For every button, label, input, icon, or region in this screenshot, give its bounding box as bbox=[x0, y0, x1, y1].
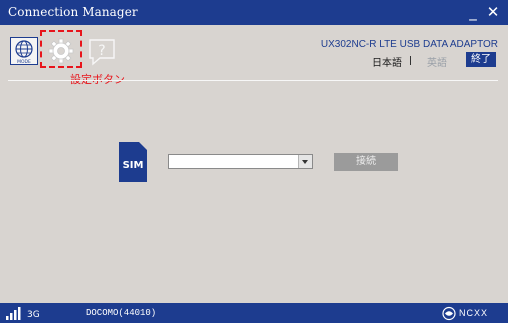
settings-highlight-box bbox=[40, 30, 82, 68]
language-japanese-link[interactable]: 日本語 bbox=[372, 54, 402, 69]
mode-button[interactable]: MODE bbox=[10, 37, 38, 65]
connection-manager-window: Connection Manager _ ✕ MODE ? 設定ボタン UX30… bbox=[0, 0, 508, 323]
language-english-link[interactable]: 英語 bbox=[427, 54, 447, 69]
logo-emblem-icon bbox=[442, 306, 456, 321]
svg-text:?: ? bbox=[98, 43, 105, 59]
logo-text: NCXX bbox=[459, 308, 489, 318]
connect-button[interactable]: 接続 bbox=[334, 153, 398, 171]
minimize-button[interactable]: _ bbox=[464, 2, 482, 22]
sim-select[interactable] bbox=[168, 154, 313, 169]
network-type: 3G bbox=[27, 310, 40, 320]
header-divider bbox=[8, 80, 498, 81]
help-icon: ? bbox=[89, 39, 115, 66]
signal-strength-icon bbox=[6, 307, 21, 320]
sim-card-icon: SIM bbox=[118, 141, 148, 183]
globe-icon: MODE bbox=[10, 37, 38, 65]
chevron-down-icon[interactable] bbox=[298, 155, 312, 168]
ncxx-logo: NCXX bbox=[441, 306, 501, 321]
sim-label: SIM bbox=[123, 160, 144, 171]
product-name: UX302NC-R LTE USB DATA ADAPTOR bbox=[320, 39, 498, 50]
exit-button[interactable]: 終了 bbox=[466, 52, 496, 67]
settings-annotation-label: 設定ボタン bbox=[70, 73, 125, 86]
carrier-name: DOCOMO(44010) bbox=[86, 308, 157, 318]
help-button[interactable]: ? bbox=[87, 37, 115, 66]
mode-icon-caption: MODE bbox=[17, 59, 31, 65]
status-bar: 3G DOCOMO(44010) NCXX bbox=[0, 303, 508, 323]
language-separator bbox=[410, 56, 411, 65]
window-title: Connection Manager bbox=[8, 5, 138, 19]
title-bar: Connection Manager _ ✕ bbox=[0, 0, 508, 25]
close-button[interactable]: ✕ bbox=[484, 2, 502, 22]
